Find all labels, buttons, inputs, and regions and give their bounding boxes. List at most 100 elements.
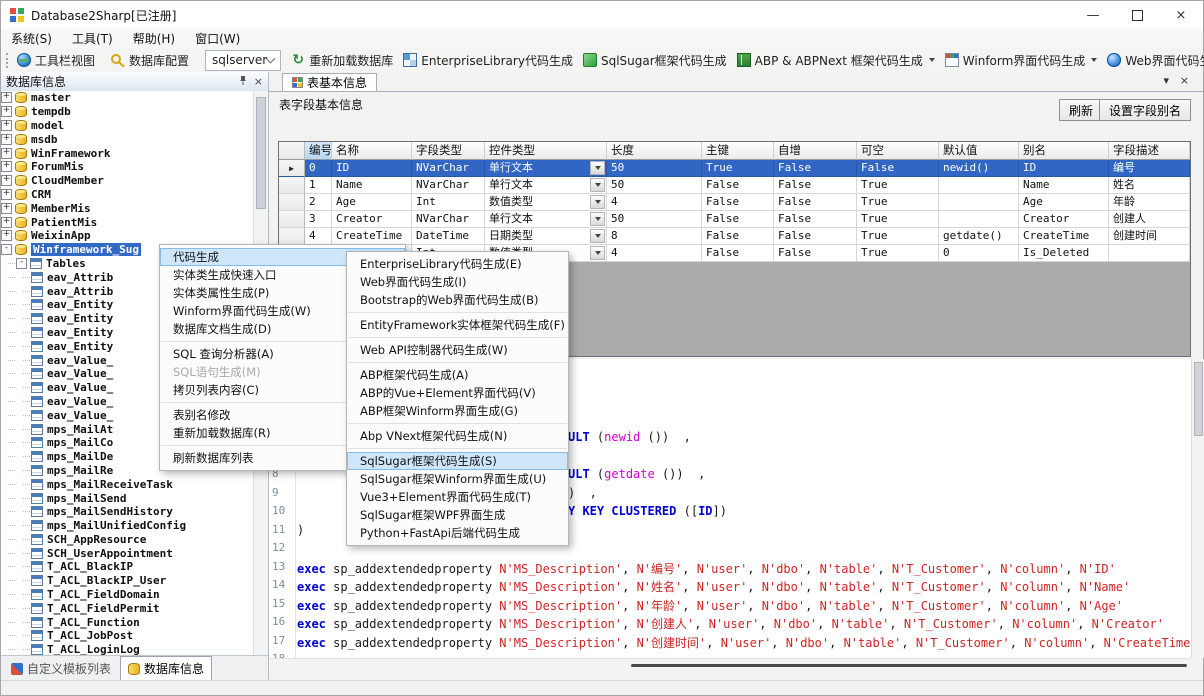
pin-icon[interactable] — [238, 75, 248, 88]
db-type-combo[interactable]: sqlserver — [205, 50, 281, 71]
combo-button[interactable] — [590, 229, 605, 243]
tree-expander-icon[interactable]: - — [1, 244, 12, 255]
grid-cell[interactable]: False — [702, 245, 774, 262]
tree-expander-icon[interactable]: + — [1, 203, 12, 214]
grid-cell[interactable]: 单行文本 — [485, 211, 607, 228]
tree-node[interactable]: mps_MailSend — [1, 491, 254, 505]
grid-cell[interactable]: 50 — [607, 160, 702, 177]
grid-cell[interactable]: 单行文本 — [485, 160, 607, 177]
tree-expander-icon[interactable]: + — [1, 92, 12, 103]
grid-cell[interactable]: CreateTime — [332, 228, 412, 245]
tree-expander-icon[interactable]: + — [1, 217, 12, 228]
grid-cell[interactable]: newid() — [939, 160, 1019, 177]
submenu-item[interactable]: ABP框架代码生成(A) — [347, 366, 568, 384]
tree-expander-icon[interactable]: + — [1, 161, 12, 172]
submenu-item[interactable]: SqlSugar框架WPF界面生成 — [347, 506, 568, 524]
grid-cell[interactable]: False — [774, 160, 857, 177]
grid-cell[interactable]: Int — [412, 194, 485, 211]
tab-table-basic-info[interactable]: 表基本信息 — [282, 73, 377, 91]
menubar-item[interactable]: 工具(T) — [62, 29, 123, 48]
tree-node[interactable]: T_ACL_Function — [1, 615, 254, 629]
grid-cell[interactable]: True — [857, 194, 939, 211]
grid-cell[interactable]: 8 — [607, 228, 702, 245]
grid-column-header[interactable]: 字段类型 — [412, 142, 485, 160]
grid-cell[interactable]: ID — [332, 160, 412, 177]
grid-cell[interactable]: 日期类型 — [485, 228, 607, 245]
tree-node[interactable]: T_ACL_JobPost — [1, 629, 254, 643]
submenu-item[interactable]: Python+FastApi后端代码生成 — [347, 524, 568, 542]
tree-node[interactable]: +CRM — [1, 188, 254, 202]
grid-cell[interactable]: 创建人 — [1109, 211, 1190, 228]
submenu-item[interactable]: SqlSugar框架Winform界面生成(U) — [347, 470, 568, 488]
grid-cell[interactable]: True — [857, 228, 939, 245]
grid-cell[interactable]: Creator — [1019, 211, 1109, 228]
submenu-item[interactable]: EnterpriseLibrary代码生成(E) — [347, 255, 568, 273]
grid-column-header[interactable]: 可空 — [857, 142, 939, 160]
reload-db-button[interactable]: 重新加载数据库 — [286, 50, 398, 71]
dock-menu-icon[interactable]: ▾ — [1163, 74, 1169, 87]
code-vertical-scrollbar[interactable] — [1191, 359, 1204, 658]
grid-cell[interactable]: 3 — [305, 211, 332, 228]
combo-button[interactable] — [590, 212, 605, 226]
tree-expander-icon[interactable]: + — [1, 134, 12, 145]
grid-cell[interactable]: 单行文本 — [485, 177, 607, 194]
tree-expander-icon[interactable]: - — [16, 258, 27, 269]
grid-row[interactable]: 4CreateTimeDateTime日期类型8FalseFalseTruege… — [279, 228, 1190, 245]
submenu-item[interactable]: Vue3+Element界面代码生成(T) — [347, 488, 568, 506]
grid-cell[interactable]: Creator — [332, 211, 412, 228]
grid-cell[interactable]: 50 — [607, 177, 702, 194]
grid-column-header[interactable]: 主键 — [702, 142, 774, 160]
sqlsugar-codegen-button[interactable]: SqlSugar框架代码生成 — [578, 50, 732, 71]
grid-row[interactable]: 3CreatorNVarChar单行文本50FalseFalseTrueCrea… — [279, 211, 1190, 228]
tree-expander-icon[interactable]: + — [1, 189, 12, 200]
grid-cell[interactable]: Name — [332, 177, 412, 194]
menubar-item[interactable]: 帮助(H) — [123, 29, 185, 48]
tree-node[interactable]: +ForumMis — [1, 160, 254, 174]
code-vscroll-thumb[interactable] — [1194, 362, 1203, 436]
grid-cell[interactable]: getdate() — [939, 228, 1019, 245]
tree-node[interactable]: +msdb — [1, 132, 254, 146]
menubar-item[interactable]: 系统(S) — [1, 29, 62, 48]
grid-cell[interactable]: False — [774, 194, 857, 211]
grid-cell[interactable]: False — [702, 194, 774, 211]
tree-expander-icon[interactable]: + — [1, 175, 12, 186]
grid-cell[interactable]: 姓名 — [1109, 177, 1190, 194]
grid-cell[interactable] — [1109, 245, 1190, 262]
minimize-button[interactable]: — — [1071, 1, 1115, 29]
tree-node[interactable]: mps_MailSendHistory — [1, 505, 254, 519]
abp-codegen-button[interactable]: ABP & ABPNext 框架代码生成 — [732, 50, 940, 71]
grid-cell[interactable]: False — [702, 228, 774, 245]
panel-close-icon[interactable]: × — [254, 76, 263, 87]
grid-cell[interactable]: True — [857, 245, 939, 262]
grid-cell[interactable]: Age — [1019, 194, 1109, 211]
grid-row[interactable]: 1NameNVarChar单行文本50FalseFalseTrueName姓名 — [279, 177, 1190, 194]
combo-button[interactable] — [590, 161, 605, 175]
grid-column-header[interactable]: 默认值 — [939, 142, 1019, 160]
grid-cell[interactable]: False — [774, 177, 857, 194]
grid-cell[interactable]: NVarChar — [412, 160, 485, 177]
left-tab-template-list[interactable]: 自定义模板列表 — [4, 657, 118, 681]
grid-column-header[interactable]: 字段描述 — [1109, 142, 1190, 160]
grid-cell[interactable]: 4 — [607, 245, 702, 262]
grid-cell[interactable]: 0 — [305, 160, 332, 177]
grid-column-header[interactable]: 自增 — [774, 142, 857, 160]
grid-column-header[interactable]: 编号 — [305, 142, 332, 160]
tree-node[interactable]: T_ACL_FieldPermit — [1, 601, 254, 615]
left-tab-database-info[interactable]: 数据库信息 — [120, 656, 212, 682]
grid-cell[interactable]: False — [702, 177, 774, 194]
grid-column-header[interactable]: 控件类型 — [485, 142, 607, 160]
grid-cell[interactable]: True — [857, 177, 939, 194]
combo-button[interactable] — [590, 195, 605, 209]
grid-cell[interactable] — [939, 177, 1019, 194]
submenu-item[interactable]: Bootstrap的Web界面代码生成(B) — [347, 291, 568, 309]
set-field-alias-button[interactable]: 设置字段别名 — [1099, 99, 1191, 121]
tree-node[interactable]: mps_MailReceiveTask — [1, 477, 254, 491]
grid-cell[interactable]: True — [857, 211, 939, 228]
grid-cell[interactable]: 年龄 — [1109, 194, 1190, 211]
code-hscroll-thumb[interactable] — [631, 664, 1187, 667]
grid-column-header[interactable]: 长度 — [607, 142, 702, 160]
enterpriselibrary-codegen-button[interactable]: EnterpriseLibrary代码生成 — [398, 50, 578, 71]
winform-codegen-button[interactable]: Winform界面代码生成 — [940, 50, 1103, 71]
db-config-button[interactable]: 数据库配置 — [106, 50, 194, 71]
combo-button[interactable] — [590, 178, 605, 192]
